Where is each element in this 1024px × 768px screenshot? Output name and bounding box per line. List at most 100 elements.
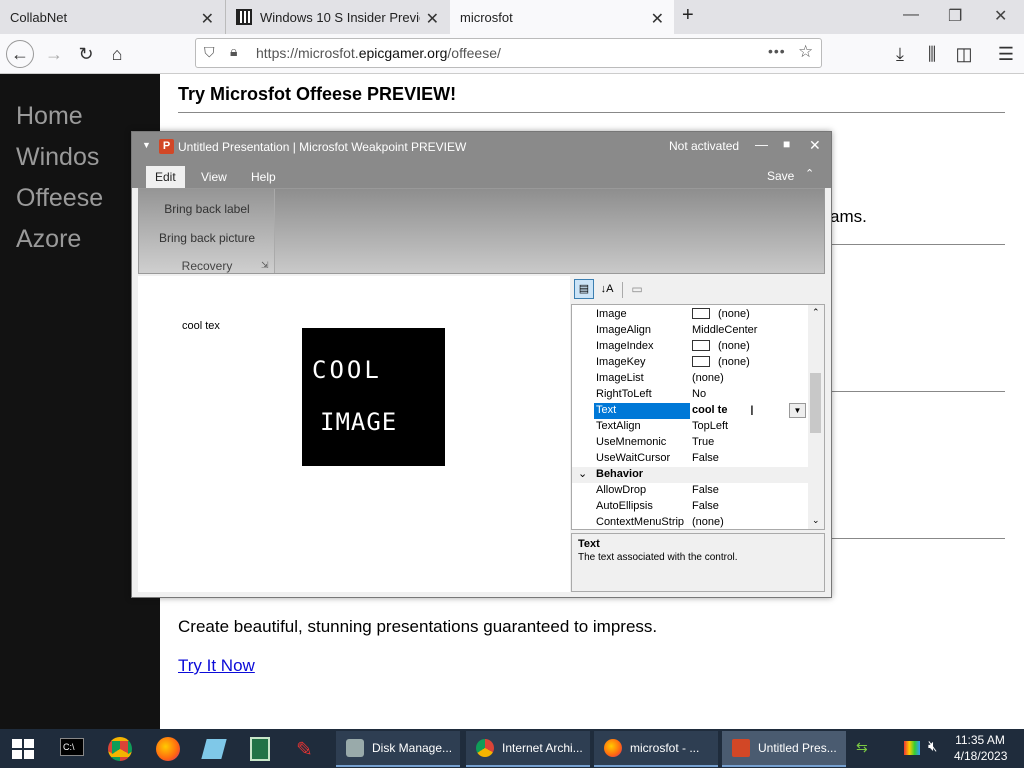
canvas-label[interactable]: cool tex <box>182 320 220 332</box>
collapse-chevron-icon[interactable]: ⌄ <box>578 467 587 480</box>
reload-icon[interactable]: ↻ <box>74 42 98 66</box>
property-row[interactable]: AllowDrop False <box>572 483 808 499</box>
url-bar[interactable]: ⛉ 🔒︎ https://microsfot.epicgamer.org/off… <box>195 38 822 68</box>
property-row[interactable]: AutoEllipsis False <box>572 499 808 515</box>
property-value: False <box>692 452 719 464</box>
taskbar-disk-management[interactable]: Disk Manage... <box>336 731 460 767</box>
firefox-icon[interactable] <box>156 737 180 761</box>
taskbar-firefox[interactable]: microsfot - ... <box>594 731 718 767</box>
cmd-icon[interactable]: C:\ <box>60 738 84 756</box>
categorized-icon[interactable]: ▤ <box>574 279 594 299</box>
dropdown-arrow-icon[interactable]: ▼ <box>789 403 806 418</box>
volume-muted-icon[interactable]: 🔇︎ <box>928 738 937 755</box>
property-list[interactable]: Image (none) ImageAlign MiddleCenter Image… <box>571 304 825 530</box>
canvas-picture[interactable]: COOL IMAGE <box>302 328 445 466</box>
tab-microsfot[interactable]: microsfot ✕ <box>450 0 674 34</box>
close-tab-icon[interactable]: ✕ <box>651 9 664 29</box>
property-toolbar: ▤ ↓A ▭ <box>571 276 825 303</box>
close-icon[interactable]: ✕ <box>809 137 821 154</box>
property-row[interactable]: ImageIndex (none) <box>572 339 808 355</box>
property-row[interactable]: RightToLeft No <box>572 387 808 403</box>
close-window-icon[interactable]: ✕ <box>994 6 1007 26</box>
activation-status: Not activated <box>669 139 740 153</box>
library-icon[interactable]: ⫼ <box>920 42 944 66</box>
taskbar-internet-archive[interactable]: Internet Archi... <box>466 731 590 767</box>
property-name: Text <box>596 404 617 416</box>
tab-help[interactable]: Help <box>242 166 285 188</box>
clock[interactable]: 11:35 AM 4/18/2023 <box>954 733 1007 763</box>
picture-text-line1: COOL <box>312 356 382 384</box>
restore-icon[interactable]: ❐ <box>948 6 962 26</box>
divider <box>830 244 1005 245</box>
sidebar-toggle-icon[interactable]: ◫ <box>952 42 976 66</box>
minimize-icon[interactable]: — <box>903 6 919 24</box>
maximize-icon[interactable]: ■ <box>783 137 790 151</box>
property-name: ImageKey <box>596 356 646 368</box>
network-app-icon[interactable]: ⇆ <box>856 739 868 756</box>
app-icon[interactable] <box>201 739 227 759</box>
chrome-icon[interactable] <box>108 737 132 761</box>
forward-icon[interactable]: → <box>42 42 66 66</box>
property-scrollbar[interactable]: ⌃ ⌄ <box>808 305 824 529</box>
bring-back-picture-button[interactable]: Bring back picture <box>139 231 275 245</box>
new-tab-icon[interactable]: + <box>682 4 694 27</box>
menu-icon[interactable]: ☰ <box>994 42 1018 66</box>
shield-icon[interactable]: ⛉ <box>204 44 215 61</box>
category-header[interactable]: ⌄ Behavior <box>572 467 808 483</box>
home-icon[interactable]: ⌂ <box>105 42 129 66</box>
nav-link-offeese[interactable]: Offeese <box>16 184 103 213</box>
dialog-launcher-icon[interactable]: ⇲ <box>261 260 269 271</box>
minimize-icon[interactable]: — <box>755 137 768 152</box>
property-pages-icon[interactable]: ▭ <box>627 279 647 299</box>
collapse-ribbon-icon[interactable]: ⌃ <box>805 167 814 180</box>
scroll-down-icon[interactable]: ⌄ <box>812 515 820 526</box>
property-value: False <box>692 500 719 512</box>
property-name: ImageList <box>596 372 644 384</box>
downloads-icon[interactable]: ⤓ <box>888 42 912 66</box>
tray-color-icon[interactable] <box>904 741 920 755</box>
taskbar-weakpoint[interactable]: Untitled Pres... <box>722 731 846 767</box>
window-titlebar[interactable]: ▼ P Untitled Presentation | Microsfot We… <box>132 132 831 162</box>
back-icon[interactable]: ← <box>6 40 34 68</box>
close-tab-icon[interactable]: ✕ <box>201 9 214 29</box>
scroll-thumb[interactable] <box>810 373 821 433</box>
system-menu-arrow-icon[interactable]: ▼ <box>142 140 151 150</box>
property-name: TextAlign <box>596 420 641 432</box>
bring-back-label-button[interactable]: Bring back label <box>139 202 275 216</box>
property-row[interactable]: ImageList (none) <box>572 371 808 387</box>
lock-icon[interactable]: 🔒︎ <box>230 43 237 60</box>
nav-link-azore[interactable]: Azore <box>16 225 81 254</box>
chrome-icon <box>476 739 494 757</box>
description-title: Text <box>578 538 600 550</box>
tab-collabnet[interactable]: CollabNet ✕ <box>0 0 224 34</box>
try-it-now-link[interactable]: Try It Now <box>178 656 255 676</box>
property-value: TopLeft <box>692 420 729 432</box>
scroll-up-icon[interactable]: ⌃ <box>812 307 820 318</box>
partial-text: ams. <box>830 207 867 226</box>
sort-alphabetical-icon[interactable]: ↓A <box>597 279 617 299</box>
group-label: Recovery <box>181 259 233 273</box>
page-actions-icon[interactable]: ••• <box>768 43 786 59</box>
property-row[interactable]: UseMnemonic True <box>572 435 808 451</box>
property-row[interactable]: UseWaitCursor False <box>572 451 808 467</box>
paint-icon[interactable]: ✎ <box>296 737 320 761</box>
property-row-selected[interactable]: Text cool te I ▼ <box>572 402 808 419</box>
bookmark-star-icon[interactable]: ☆ <box>798 42 813 62</box>
spreadsheet-icon[interactable] <box>250 737 270 761</box>
property-row[interactable]: ImageAlign MiddleCenter <box>572 323 808 339</box>
start-windows-icon[interactable] <box>12 739 34 759</box>
nav-link-windos[interactable]: Windos <box>16 143 99 172</box>
nav-link-home[interactable]: Home <box>16 102 83 131</box>
property-row[interactable]: ImageKey (none) <box>572 355 808 371</box>
property-row[interactable]: TextAlign TopLeft <box>572 419 808 435</box>
tab-view[interactable]: View <box>192 166 236 188</box>
close-tab-icon[interactable]: ✕ <box>426 9 439 29</box>
tab-label: CollabNet <box>10 9 68 25</box>
tab-windows-insider[interactable]: Windows 10 S Insider Preview ✕ <box>225 0 449 34</box>
property-row[interactable]: ContextMenuStrip (none) <box>572 515 808 529</box>
save-button[interactable]: Save <box>767 169 794 183</box>
slide-canvas[interactable]: cool tex COOL IMAGE <box>138 276 570 592</box>
property-row[interactable]: Image (none) <box>572 307 808 323</box>
tab-edit[interactable]: Edit <box>146 166 185 188</box>
property-value-editor[interactable]: cool te <box>692 404 727 416</box>
